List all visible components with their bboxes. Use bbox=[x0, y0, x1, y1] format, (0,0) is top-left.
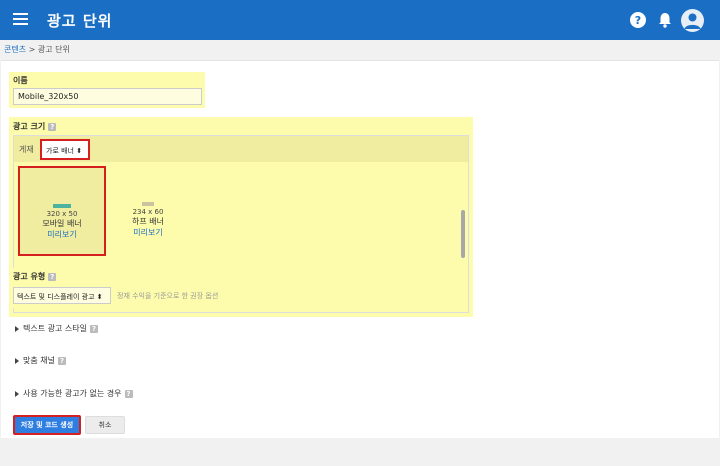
size-option-dimensions: 234 x 60 bbox=[132, 208, 164, 216]
breadcrumb-current: 광고 단위 bbox=[37, 45, 70, 54]
section-label: 텍스트 광고 스타일 bbox=[23, 324, 87, 333]
size-options-scrollbar[interactable] bbox=[461, 210, 465, 258]
size-option-preview-link[interactable]: 미리보기 bbox=[20, 229, 104, 240]
breadcrumb-link-content[interactable]: 콘텐츠 bbox=[4, 45, 26, 54]
section-label: 맞춤 채널 bbox=[23, 356, 55, 365]
ad-type-select[interactable]: 텍스트 및 디스플레이 광고 ⬍ bbox=[13, 287, 111, 304]
size-option-name: 모바일 배너 bbox=[42, 219, 82, 228]
ad-type-label: 광고 유형? bbox=[13, 271, 57, 282]
cancel-button[interactable]: 취소 bbox=[85, 416, 125, 434]
ad-size-label: 광고 크기? bbox=[13, 121, 57, 132]
section-custom-channels[interactable]: 맞춤 채널? bbox=[15, 355, 66, 366]
banner-swatch-icon bbox=[53, 204, 71, 208]
size-option-mobile-banner[interactable]: 320 x 50 모바일 배너 미리보기 bbox=[18, 166, 106, 256]
menu-icon[interactable] bbox=[13, 13, 28, 26]
expand-arrow-icon bbox=[15, 390, 19, 397]
size-option-dimensions: 320 x 50 bbox=[46, 210, 78, 218]
size-option-name: 하프 배너 bbox=[132, 217, 164, 226]
placement-label: 게재 bbox=[19, 145, 34, 154]
top-app-bar: 광고 단위 ? bbox=[0, 0, 720, 40]
ad-type-hint: 정재 수익을 기준으로 한 권장 옵션 bbox=[117, 292, 219, 300]
svg-text:?: ? bbox=[635, 14, 641, 27]
help-small-icon[interactable]: ? bbox=[57, 356, 66, 365]
placement-select[interactable]: 가로 배너 ⬍ bbox=[40, 139, 90, 160]
help-icon[interactable]: ? bbox=[629, 11, 647, 29]
expand-arrow-icon bbox=[15, 325, 19, 332]
banner-swatch-icon bbox=[142, 202, 154, 206]
ad-type-label-text: 광고 유형 bbox=[13, 272, 46, 281]
ad-size-label-text: 광고 크기 bbox=[13, 122, 46, 131]
section-no-ads-available[interactable]: 사용 가능한 광고가 없는 경우? bbox=[15, 388, 133, 399]
ad-unit-form: 이름 Mobile_320x50 광고 크기? 게재 가로 배너 ⬍ 320 x… bbox=[1, 60, 719, 438]
breadcrumb: 콘텐츠 > 광고 단위 bbox=[4, 44, 70, 55]
avatar[interactable] bbox=[681, 9, 704, 32]
expand-arrow-icon bbox=[15, 357, 19, 364]
name-section: 이름 Mobile_320x50 bbox=[9, 72, 205, 108]
ad-size-header: 게재 가로 배너 ⬍ bbox=[14, 136, 468, 162]
section-text-ad-style[interactable]: 텍스트 광고 스타일? bbox=[15, 323, 98, 334]
ad-type-section: 광고 유형? 텍스트 및 디스플레이 광고 ⬍ bbox=[9, 268, 114, 308]
breadcrumb-separator: > bbox=[28, 45, 36, 54]
section-label: 사용 가능한 광고가 없는 경우 bbox=[23, 389, 122, 398]
size-option-preview-link[interactable]: 미리보기 bbox=[104, 227, 192, 238]
user-icon bbox=[684, 13, 701, 29]
name-label: 이름 bbox=[13, 76, 28, 85]
size-option-half-banner[interactable]: 234 x 60 하프 배너 미리보기 bbox=[104, 166, 192, 256]
help-small-icon[interactable]: ? bbox=[48, 122, 57, 131]
help-small-icon[interactable]: ? bbox=[124, 389, 133, 398]
save-and-generate-code-button[interactable]: 저장 및 코드 생성 bbox=[13, 415, 81, 435]
bell-icon[interactable] bbox=[656, 11, 674, 29]
page-title: 광고 단위 bbox=[47, 12, 113, 30]
help-small-icon[interactable]: ? bbox=[48, 272, 57, 281]
help-small-icon[interactable]: ? bbox=[89, 324, 98, 333]
name-input[interactable]: Mobile_320x50 bbox=[13, 88, 202, 105]
